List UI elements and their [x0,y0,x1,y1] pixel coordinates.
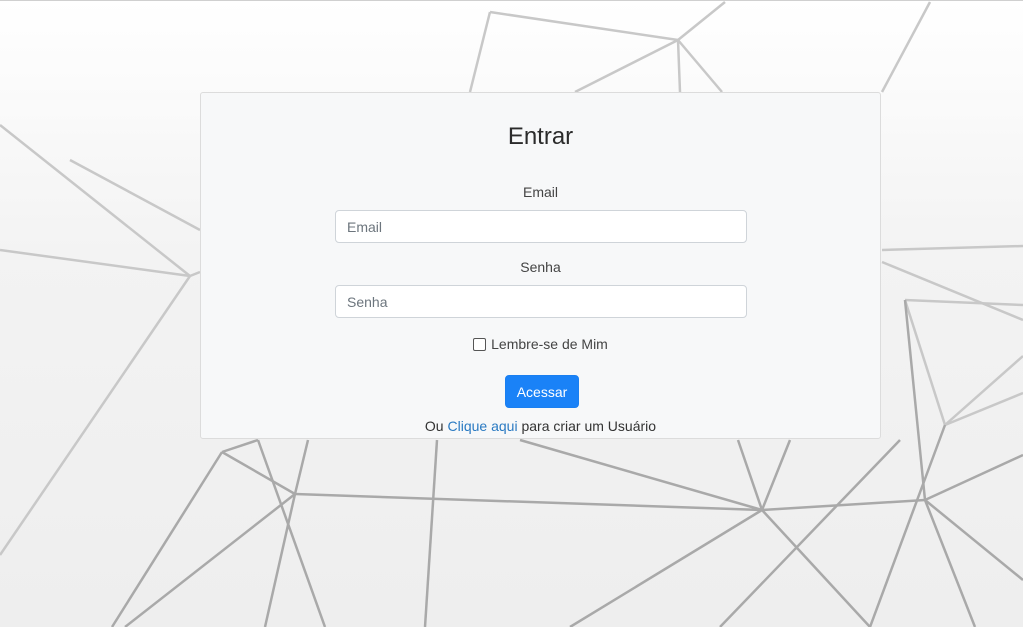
signup-prefix: Ou [424,418,444,434]
login-submit-button[interactable]: Acessar [505,375,579,408]
remember-me-label[interactable]: Lembre-se de Mim [491,336,608,352]
page-title: Entrar [507,123,574,150]
email-label: Email [522,184,558,200]
password-field[interactable] [335,285,747,318]
remember-me-row: Lembre-se de Mim [201,336,880,352]
signup-prompt: Ou Clique aqui para criar um Usuário [201,418,880,434]
login-card: Entrar Email Senha Lembre-se de Mim Aces… [200,92,881,439]
remember-me-checkbox[interactable] [473,337,487,351]
signup-suffix: para criar um Usuário [521,418,657,434]
password-label: Senha [520,259,561,275]
signup-link[interactable]: Clique aqui [448,418,518,434]
email-field[interactable] [335,210,747,243]
